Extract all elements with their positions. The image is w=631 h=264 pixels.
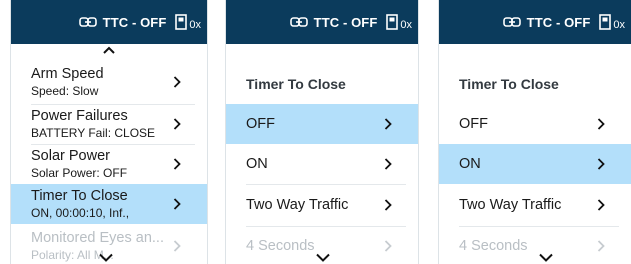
list-title: Timer To Close [246,76,346,92]
menu-item-solar-power[interactable]: Solar Power Solar Power: OFF [11,144,207,184]
header-bar: TTC - OFF 0x [439,0,631,44]
list-title: Timer To Close [459,76,559,92]
timer-to-close-panel-on: TTC - OFF 0x Timer To Close OFF ON Two W… [438,0,631,264]
option-two-way-traffic[interactable]: Two Way Traffic [439,184,631,226]
option-on[interactable]: ON [226,144,418,184]
chevron-down-icon[interactable] [316,253,330,262]
counter-label: 0x [189,19,201,31]
menu-item-title: Solar Power [31,148,110,164]
option-off[interactable]: OFF [226,104,418,144]
chevron-down-icon[interactable] [539,253,553,262]
battery-icon [386,14,399,30]
chevron-right-icon [384,118,392,130]
battery-icon [599,14,612,30]
link-icon [502,17,521,27]
option-off[interactable]: OFF [439,104,631,144]
timer-to-close-panel-off: TTC - OFF 0x Timer To Close OFF ON Two W… [225,0,419,264]
counter-label: 0x [613,19,625,31]
menu-item-title: Timer To Close [31,188,128,204]
chevron-right-icon [597,199,605,211]
chevron-right-icon [384,240,392,252]
chevron-right-icon [597,158,605,170]
header-bar: TTC - OFF 0x [11,0,207,44]
option-label: 4 Seconds [246,238,315,254]
menu-item-subtitle: ON, 00:00:10, Inf., [31,206,130,220]
option-label: Two Way Traffic [459,197,562,213]
ttc-status: TTC - OFF [526,14,591,30]
chevron-right-icon [384,199,392,211]
option-label: ON [459,156,481,172]
chevron-up-icon[interactable] [103,46,115,54]
chevron-right-icon [597,240,605,252]
chevron-right-icon [173,118,181,130]
counter-label: 0x [400,19,412,31]
menu-item-timer-to-close[interactable]: Timer To Close ON, 00:00:10, Inf., [11,184,207,224]
option-on[interactable]: ON [439,144,631,184]
menu-item-subtitle: BATTERY Fail: CLOSE [31,126,156,140]
menu-item-title: Arm Speed [31,66,104,82]
option-label: 4 Seconds [459,238,528,254]
menu-item-title: Monitored Eyes an... [31,230,164,246]
chevron-right-icon [597,118,605,130]
menu-item-power-failures[interactable]: Power Failures BATTERY Fail: CLOSE [11,104,207,144]
battery-icon [175,14,188,30]
option-label: Two Way Traffic [246,197,349,213]
option-4-seconds[interactable]: 4 Seconds [439,226,631,264]
chevron-right-icon [173,76,181,88]
menu-item-subtitle: Speed: Slow [31,84,99,98]
chevron-right-icon [173,158,181,170]
menu-item-arm-speed[interactable]: Arm Speed Speed: Slow [11,60,207,104]
chevron-right-icon [384,158,392,170]
option-label: ON [246,156,268,172]
menu-item-subtitle: Solar Power: OFF [31,166,128,180]
menu-item-title: Power Failures [31,108,128,124]
option-label: OFF [246,116,275,132]
option-label: OFF [459,116,488,132]
chevron-right-icon [173,240,181,252]
option-two-way-traffic[interactable]: Two Way Traffic [226,184,418,226]
chevron-down-icon[interactable] [99,253,113,262]
link-icon [289,17,308,27]
header-bar: TTC - OFF 0x [226,0,418,44]
ttc-status: TTC - OFF [313,14,378,30]
link-icon [78,17,97,27]
chevron-right-icon [173,198,181,210]
ttc-status: TTC - OFF [102,14,167,30]
menu-panel-settings: TTC - OFF 0x Arm Speed Speed: Slow Power… [10,0,208,264]
